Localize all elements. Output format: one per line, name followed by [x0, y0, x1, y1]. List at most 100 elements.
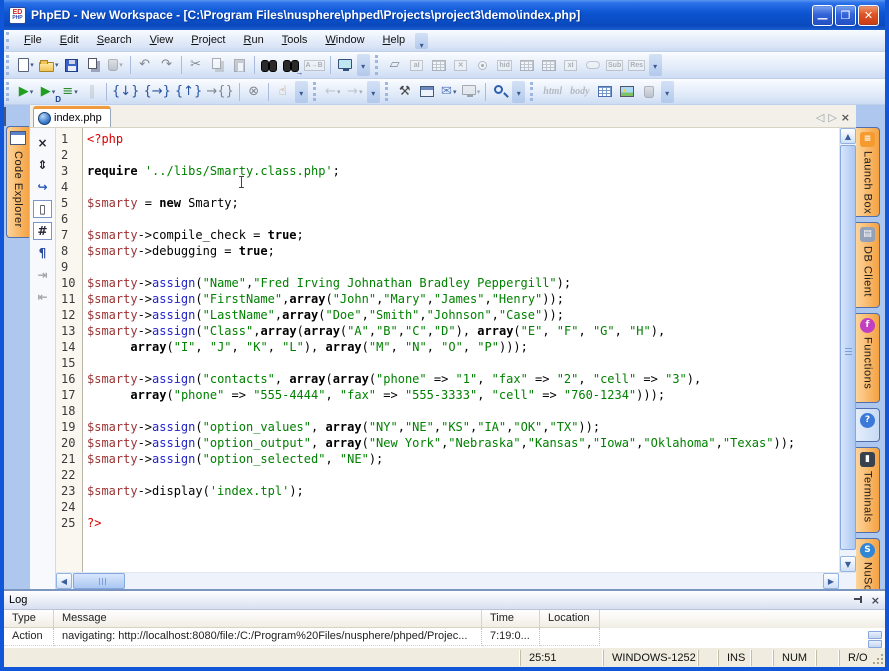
new-file-button[interactable]: ▾	[15, 54, 37, 76]
log-col-time[interactable]: Time	[482, 610, 540, 628]
insert-form-button[interactable]: ▱	[384, 54, 406, 76]
run-button-dropdown-icon[interactable]: ▾	[30, 82, 34, 102]
zoom-button[interactable]	[489, 81, 511, 103]
vertical-scrollbar[interactable]: ▲ ▼	[839, 128, 856, 572]
undo-button[interactable]: ↶	[134, 54, 156, 76]
pause-button[interactable]: ‖	[81, 81, 103, 103]
profiler-button-dropdown-icon[interactable]: ▾	[74, 82, 78, 102]
reset-button-control[interactable]: Res	[626, 54, 648, 76]
label-control-button[interactable]: aI	[406, 54, 428, 76]
publish-button-dropdown-icon[interactable]: ▾	[453, 82, 457, 102]
split-editor-button[interactable]: ⇕	[33, 156, 52, 174]
step-over-button[interactable]: {→}	[141, 81, 172, 103]
run-to-cursor-button[interactable]: →{}	[204, 81, 235, 103]
toggle-gutter-button[interactable]: ▯	[33, 200, 52, 218]
horizontal-scrollbar[interactable]: ◀ ▶	[56, 572, 856, 589]
maximize-button[interactable]: ❐	[835, 5, 856, 26]
hidden-field-button[interactable]: hid	[494, 54, 516, 76]
menu-overflow-chevron[interactable]: ▾	[415, 33, 428, 49]
toolbar-grip[interactable]	[375, 55, 382, 75]
toolbar-grip[interactable]	[530, 82, 537, 102]
copy-button[interactable]	[207, 54, 229, 76]
html-tag-button[interactable]: html	[539, 81, 566, 103]
log-col-message[interactable]: Message	[54, 610, 482, 628]
next-tab-button[interactable]: ▷	[828, 112, 836, 123]
word-wrap-button[interactable]: ↪	[33, 178, 52, 196]
toolbar-overflow-chevron[interactable]: ▾	[512, 81, 525, 103]
toolbar-grip[interactable]	[6, 82, 13, 102]
multiselect-control-button[interactable]	[516, 54, 538, 76]
tag-wizard-button[interactable]	[638, 81, 660, 103]
menu-file[interactable]: File	[15, 30, 51, 51]
tab-index-php[interactable]: index.php	[33, 106, 111, 127]
dock-tab-functions[interactable]: fFunctions	[856, 313, 880, 403]
scroll-up-icon[interactable]: ▲	[840, 128, 856, 144]
insert-table-button[interactable]	[594, 81, 616, 103]
cut-button[interactable]: ✂	[185, 54, 207, 76]
dock-tab-db-client[interactable]: ▤DB Client	[856, 222, 880, 308]
paste-button[interactable]	[229, 54, 251, 76]
browser-preview-button[interactable]: ▾	[460, 81, 483, 103]
save-button[interactable]	[61, 54, 83, 76]
indent-button[interactable]: ⇥	[33, 266, 52, 284]
navigate-forward-button-dropdown-icon[interactable]: ▾	[359, 82, 363, 102]
close-file-button[interactable]: ×	[33, 134, 52, 152]
toolbar-overflow-chevron[interactable]: ▾	[649, 54, 662, 76]
dock-panels-icon[interactable]	[4, 107, 6, 126]
title-bar[interactable]: EDPHP PhpED - New Workspace - [C:\Progra…	[4, 0, 885, 30]
minimize-button[interactable]: —	[812, 5, 833, 26]
ftp-sync-button-dropdown-icon[interactable]: ▾	[119, 55, 123, 75]
toolbar-grip[interactable]	[313, 82, 320, 102]
body-tag-button[interactable]: body	[566, 81, 593, 103]
log-close-icon[interactable]: ×	[871, 595, 880, 606]
find-next-button[interactable]: →	[280, 54, 302, 76]
pin-icon[interactable]	[854, 596, 863, 605]
project-settings-button[interactable]	[416, 81, 438, 103]
toolbar-grip[interactable]	[385, 82, 392, 102]
ftp-sync-button[interactable]: ▾	[105, 54, 127, 76]
prev-tab-button[interactable]: ◁	[816, 112, 824, 123]
step-into-button[interactable]: {↓}	[110, 81, 141, 103]
menu-edit[interactable]: Edit	[51, 30, 88, 51]
outdent-button[interactable]: ⇤	[33, 288, 52, 306]
toggle-line-numbers-button[interactable]: #	[33, 222, 52, 240]
toolbar-overflow-chevron[interactable]: ▾	[661, 81, 674, 103]
menubar-grip[interactable]	[6, 32, 13, 48]
menu-help[interactable]: Help	[374, 30, 415, 51]
toolbar-overflow-chevron[interactable]: ▾	[367, 81, 380, 103]
close-tab-button[interactable]: ×	[841, 112, 850, 123]
horizontal-scroll-thumb[interactable]	[73, 573, 125, 589]
profiler-button[interactable]: ≡▾	[59, 81, 81, 103]
menu-project[interactable]: Project	[182, 30, 234, 51]
open-file-button[interactable]: ▾	[37, 54, 61, 76]
dock-tab-code-explorer[interactable]: Code Explorer	[6, 126, 29, 238]
show-invisibles-button[interactable]: ¶	[33, 244, 52, 262]
tools-button[interactable]: ⚒	[394, 81, 416, 103]
find-button[interactable]	[258, 54, 280, 76]
save-all-button[interactable]	[83, 54, 105, 76]
log-scroll-spinner[interactable]	[868, 631, 882, 648]
stop-button[interactable]: ⊗	[243, 81, 265, 103]
new-file-button-dropdown-icon[interactable]: ▾	[30, 55, 34, 75]
submit-button-control[interactable]: Sub	[604, 54, 626, 76]
insert-image-button[interactable]	[616, 81, 638, 103]
resize-grip[interactable]	[869, 650, 885, 666]
close-button[interactable]: ✕	[858, 5, 879, 26]
toolbar-overflow-chevron[interactable]: ▾	[357, 54, 370, 76]
dock-tab-terminals[interactable]: ▮Terminals	[856, 447, 880, 533]
browser-preview-button-dropdown-icon[interactable]: ▾	[477, 82, 481, 102]
navigate-back-button-dropdown-icon[interactable]: ▾	[337, 82, 341, 102]
log-row[interactable]: Actionnavigating: http://localhost:8080/…	[4, 628, 885, 646]
publish-button[interactable]: ✉▾	[438, 81, 460, 103]
push-button-control[interactable]	[582, 54, 604, 76]
scroll-left-icon[interactable]: ◀	[56, 573, 72, 589]
dropdown-control-button[interactable]	[538, 54, 560, 76]
navigate-back-button[interactable]: ←▾	[322, 81, 344, 103]
listbox-control-button[interactable]	[428, 54, 450, 76]
scroll-down-icon[interactable]: ▼	[840, 556, 856, 572]
radio-control-button[interactable]	[472, 54, 494, 76]
log-col-type[interactable]: Type	[4, 610, 54, 628]
redo-button[interactable]: ↷	[156, 54, 178, 76]
run-button[interactable]: ▶▾	[15, 81, 37, 103]
open-file-button-dropdown-icon[interactable]: ▾	[55, 55, 59, 75]
